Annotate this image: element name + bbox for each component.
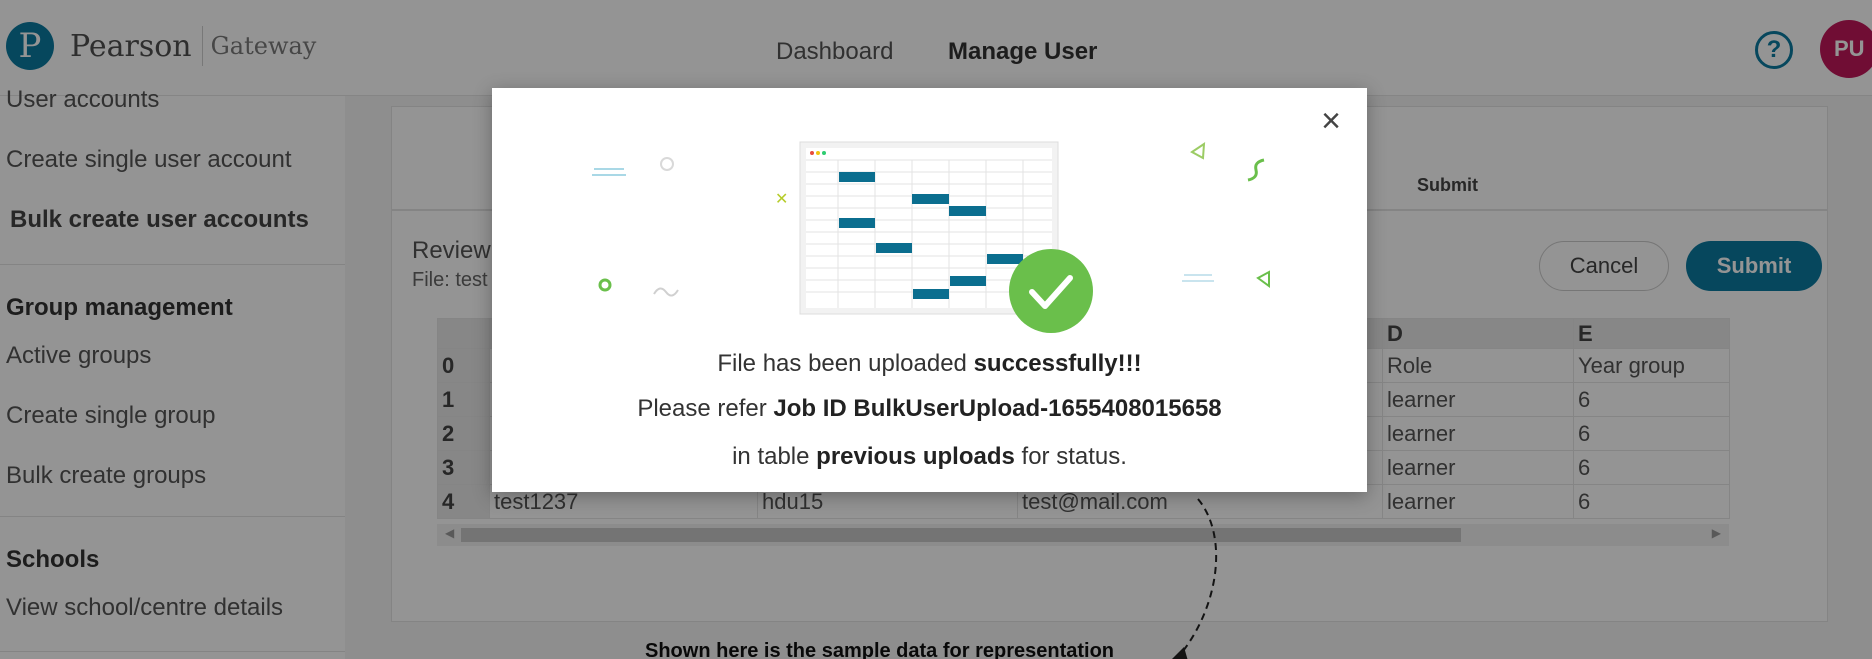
window-dot [816,151,820,155]
confetti-triangle [1190,142,1206,160]
upload-status-message: File has been uploaded successfully!!! [717,350,1142,377]
status-hint-message: in table previous uploads for status. [732,443,1127,470]
confetti-cross: ✕ [775,189,788,208]
window-dot [810,151,814,155]
confetti-squiggle [1247,158,1265,182]
confetti-circle [660,157,674,171]
confetti-circle [598,278,612,292]
spreadsheet-success-illustration: ✕ [592,141,1270,333]
window-dot [822,151,826,155]
success-check-icon [1009,249,1093,333]
upload-success-modal: × ✕ File has been uploaded successfully!… [492,88,1367,492]
job-id-message: Please refer Job ID BulkUserUpload-16554… [637,395,1222,422]
confetti-triangle [1256,270,1270,288]
confetti-squiggle [653,287,679,297]
